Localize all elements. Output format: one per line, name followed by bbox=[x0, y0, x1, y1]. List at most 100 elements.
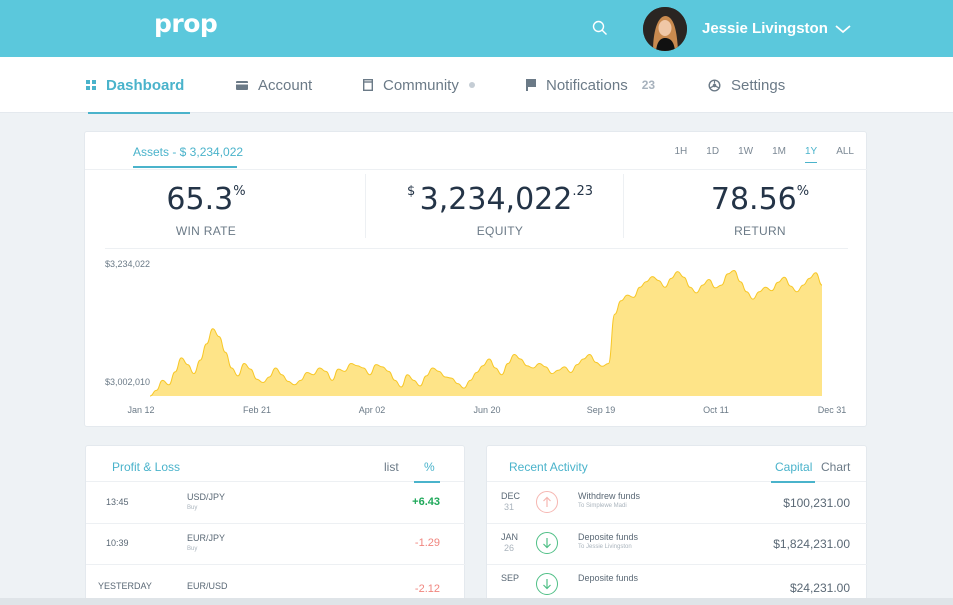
main-nav: Dashboard Account Community Notification… bbox=[0, 57, 953, 113]
equity-label: EQUITY bbox=[476, 224, 524, 238]
activity-description: Deposite funds bbox=[578, 573, 639, 583]
win-rate-value: 65.3 bbox=[166, 182, 234, 217]
profit-loss-header: Profit & Loss list % bbox=[86, 446, 464, 483]
activity-amount: $100,231.00 bbox=[783, 496, 850, 510]
activity-month: JAN bbox=[501, 532, 519, 542]
activity-description: Withdrew funds bbox=[578, 491, 641, 501]
trade-change: -2.12 bbox=[414, 583, 440, 595]
equity-currency: $ bbox=[406, 184, 416, 199]
tab-account-label: Account bbox=[258, 76, 313, 94]
activity-description: Deposite funds bbox=[578, 532, 639, 542]
tab-dashboard-label: Dashboard bbox=[106, 76, 185, 94]
range-1y[interactable]: 1Y bbox=[804, 146, 818, 163]
equity-stat: $ 3,234,022.23 EQUITY bbox=[370, 182, 630, 238]
x-tick-label: Oct 11 bbox=[703, 405, 729, 415]
trade-change: -1.29 bbox=[414, 537, 440, 549]
search-icon[interactable] bbox=[592, 20, 608, 36]
activity-recipient: To Simplewe Madi bbox=[578, 503, 627, 509]
range-1h[interactable]: 1H bbox=[674, 146, 687, 163]
activity-day: 31 bbox=[503, 502, 514, 512]
tab-capital[interactable]: Capital bbox=[775, 460, 812, 474]
flag-icon bbox=[526, 79, 536, 91]
assets-title-tab[interactable]: Assets - $ 3,234,022 bbox=[133, 145, 243, 159]
dashboard-icon bbox=[86, 80, 96, 90]
profit-loss-card: Profit & Loss list % 13:45 USD/JPY Buy +… bbox=[85, 445, 466, 605]
top-header: prop Jessie Livingston bbox=[0, 0, 953, 57]
divider bbox=[85, 169, 868, 170]
x-tick-label: Jun 20 bbox=[473, 405, 500, 415]
tab-notifications[interactable]: Notifications 23 bbox=[526, 57, 655, 113]
chevron-down-icon[interactable] bbox=[835, 24, 851, 34]
assets-area-chart: $3,234,022 $3,002,010 Jan 12 Feb 21 Apr 02 Ju… bbox=[105, 259, 847, 415]
user-name[interactable]: Jessie Livingston bbox=[702, 20, 828, 37]
equity-cents: .23 bbox=[572, 184, 594, 199]
list-item[interactable]: DEC 31 Withdrew funds To Simplewe Madi $… bbox=[487, 483, 868, 524]
trade-time: YESTERDAY bbox=[98, 581, 152, 591]
activity-month: DEC bbox=[501, 491, 521, 501]
document-icon bbox=[363, 79, 373, 91]
equity-value: 3,234,022 bbox=[419, 182, 573, 217]
win-rate-label: WIN RATE bbox=[175, 224, 237, 238]
tab-dashboard[interactable]: Dashboard bbox=[86, 57, 184, 113]
activity-recipient: To Jessie Livingston bbox=[578, 544, 632, 550]
x-tick-label: Feb 21 bbox=[243, 405, 271, 415]
range-all[interactable]: ALL bbox=[836, 146, 854, 163]
assets-tab-indicator bbox=[133, 166, 237, 168]
active-tab-indicator bbox=[88, 112, 190, 114]
currency-pair: USD/JPY bbox=[187, 492, 226, 502]
x-tick-label: Dec 31 bbox=[818, 405, 847, 415]
range-1d[interactable]: 1D bbox=[706, 146, 719, 163]
y-tick-label: $3,002,010 bbox=[105, 377, 150, 387]
return-unit: % bbox=[796, 184, 810, 199]
divider bbox=[105, 248, 848, 249]
activity-amount: $1,824,231.00 bbox=[773, 537, 850, 551]
currency-pair: EUR/USD bbox=[187, 581, 228, 591]
avatar[interactable] bbox=[643, 7, 687, 51]
x-tick-label: Sep 19 bbox=[587, 405, 616, 415]
win-rate-unit: % bbox=[233, 184, 246, 199]
activity-amount: $24,231.00 bbox=[789, 581, 850, 595]
tab-community-label: Community bbox=[383, 76, 459, 94]
x-tick-label: Apr 02 bbox=[359, 405, 386, 415]
table-row[interactable]: 13:45 USD/JPY Buy +6.43 bbox=[86, 483, 466, 524]
page-footer-shade bbox=[0, 598, 953, 605]
return-stat: 78.56% RETURN bbox=[630, 182, 890, 238]
tab-list[interactable]: list bbox=[384, 460, 399, 474]
tab-settings[interactable]: Settings bbox=[708, 57, 785, 113]
tab-percent[interactable]: % bbox=[424, 460, 435, 474]
arrow-down-icon bbox=[536, 573, 558, 595]
trade-change: +6.43 bbox=[412, 496, 440, 508]
divider bbox=[365, 174, 366, 238]
arrow-up-icon bbox=[536, 491, 558, 513]
range-1w[interactable]: 1W bbox=[738, 146, 753, 163]
recent-activity-title: Recent Activity bbox=[509, 460, 588, 474]
tab-chart[interactable]: Chart bbox=[821, 460, 850, 474]
assets-card: Assets - $ 3,234,022 1H 1D 1W 1M 1Y ALL … bbox=[84, 131, 868, 427]
tab-notifications-label: Notifications bbox=[546, 76, 628, 94]
chart-area-fill bbox=[150, 270, 822, 396]
trade-time: 10:39 bbox=[106, 538, 129, 548]
activity-day: 26 bbox=[503, 543, 514, 553]
arrow-down-icon bbox=[536, 532, 558, 554]
trade-side: Buy bbox=[187, 505, 198, 511]
activity-month: SEP bbox=[501, 573, 520, 583]
range-1m[interactable]: 1M bbox=[772, 146, 786, 163]
currency-pair: EUR/JPY bbox=[187, 533, 226, 543]
community-status-dot bbox=[468, 82, 475, 88]
table-row[interactable]: 10:39 EUR/JPY Buy -1.29 bbox=[86, 524, 466, 565]
tab-settings-label: Settings bbox=[731, 76, 786, 94]
tab-community[interactable]: Community bbox=[363, 57, 475, 113]
app-logo[interactable]: prop bbox=[154, 9, 218, 38]
trade-time: 13:45 bbox=[106, 497, 129, 507]
x-tick-label: Jan 12 bbox=[127, 405, 154, 415]
list-item[interactable]: JAN 26 Deposite funds To Jessie Livingst… bbox=[487, 524, 868, 565]
y-tick-label: $3,234,022 bbox=[105, 259, 150, 269]
tab-account[interactable]: Account bbox=[236, 57, 312, 113]
win-rate-stat: 65.3% WIN RATE bbox=[76, 182, 336, 238]
wallet-icon bbox=[236, 80, 248, 90]
gear-icon bbox=[708, 78, 721, 92]
recent-activity-card: Recent Activity Capital Chart DEC 31 Wit… bbox=[486, 445, 868, 605]
return-label: RETURN bbox=[734, 224, 786, 238]
profit-loss-title: Profit & Loss bbox=[112, 460, 181, 474]
return-value: 78.56 bbox=[710, 182, 797, 217]
